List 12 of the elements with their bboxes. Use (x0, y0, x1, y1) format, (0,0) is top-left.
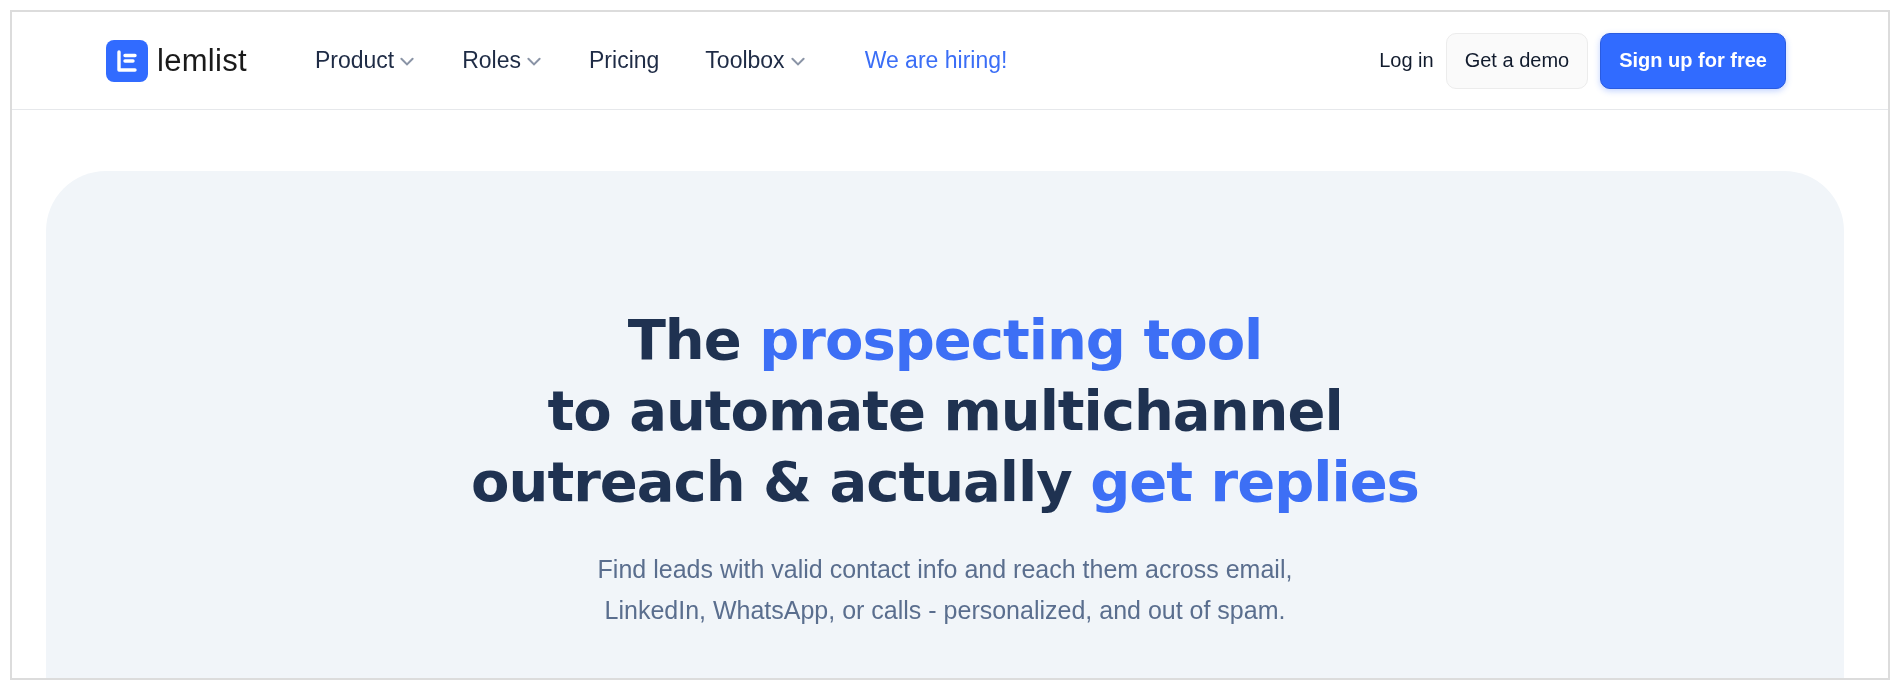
nav-link[interactable]: We are hiring! (864, 47, 1008, 74)
logo-wordmark[interactable]: lemlist (157, 42, 247, 79)
signup-button[interactable]: Sign up for free (1600, 32, 1786, 89)
nav-link[interactable]: Pricing (589, 47, 660, 74)
login-link[interactable]: Log in (1379, 49, 1434, 72)
hero-subtitle: Find leads with valid contact info and reach them across email, LinkedIn, WhatsApp, or calls - personalized, and out of spam. (596, 554, 1294, 626)
nav-link[interactable]: Roles (462, 47, 544, 74)
nav-link[interactable]: Product (314, 47, 417, 74)
nav-link[interactable]: Toolbox (705, 47, 807, 74)
demo-button[interactable]: Get a demo (1445, 32, 1589, 89)
hero-headline: The prospecting tool to automate multichannel outreach & actually get replies (471, 306, 1419, 516)
logo-icon[interactable] (106, 39, 148, 82)
